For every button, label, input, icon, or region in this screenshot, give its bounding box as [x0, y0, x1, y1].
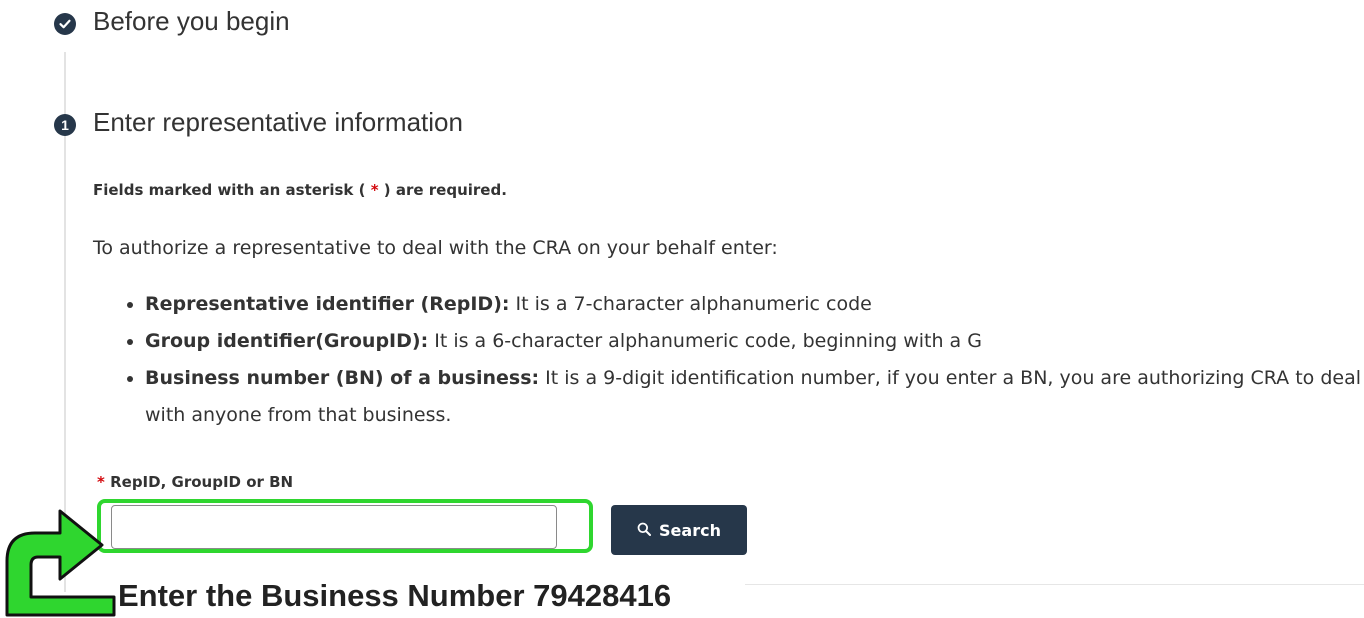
- intro-text: To authorize a representative to deal wi…: [93, 237, 778, 259]
- annotation-instruction: Enter the Business Number 79428416: [118, 578, 672, 613]
- curved-arrow-icon: [5, 509, 116, 617]
- identifier-list: Representative identifier (RepID): It is…: [93, 286, 1364, 434]
- required-fields-note: Fields marked with an asterisk ( * ) are…: [93, 181, 507, 199]
- list-item: Representative identifier (RepID): It is…: [145, 286, 1364, 323]
- search-button[interactable]: Search: [611, 505, 747, 555]
- repid-input[interactable]: [111, 505, 557, 549]
- repid-field-label: * RepID, GroupID or BN: [97, 473, 294, 491]
- list-item: Group identifier(GroupID): It is a 6-cha…: [145, 323, 1364, 360]
- step-before-you-begin[interactable]: Before you begin: [93, 6, 290, 37]
- step-title-representative-info: Enter representative information: [93, 107, 463, 137]
- search-icon: [637, 521, 652, 540]
- check-circle-icon: [54, 13, 76, 35]
- step-number-icon: 1: [54, 114, 76, 136]
- divider: [745, 584, 1364, 585]
- list-item: Business number (BN) of a business: It i…: [145, 360, 1364, 434]
